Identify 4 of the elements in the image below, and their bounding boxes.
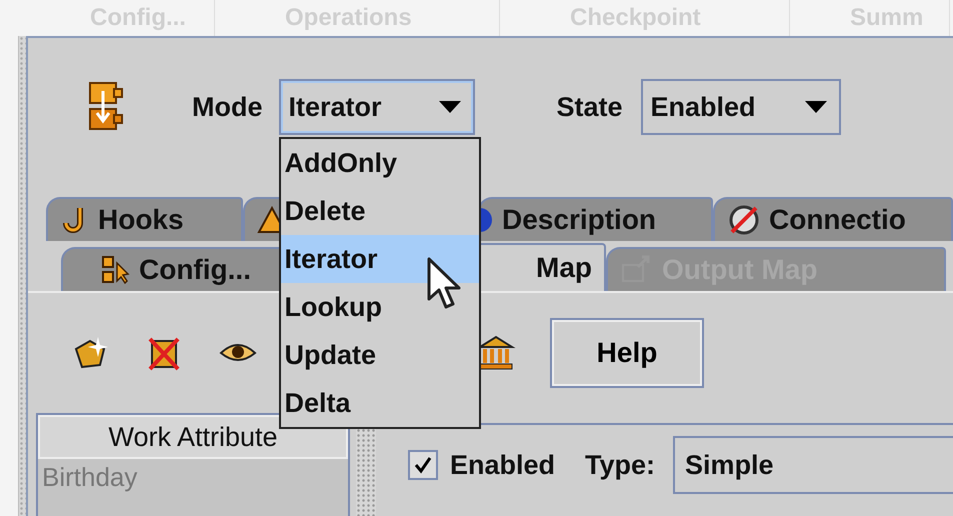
column-header: Work Attribute <box>38 415 348 459</box>
type-label: Type: <box>585 450 656 480</box>
mode-label: Mode <box>192 92 262 122</box>
state-label: State <box>556 92 623 122</box>
